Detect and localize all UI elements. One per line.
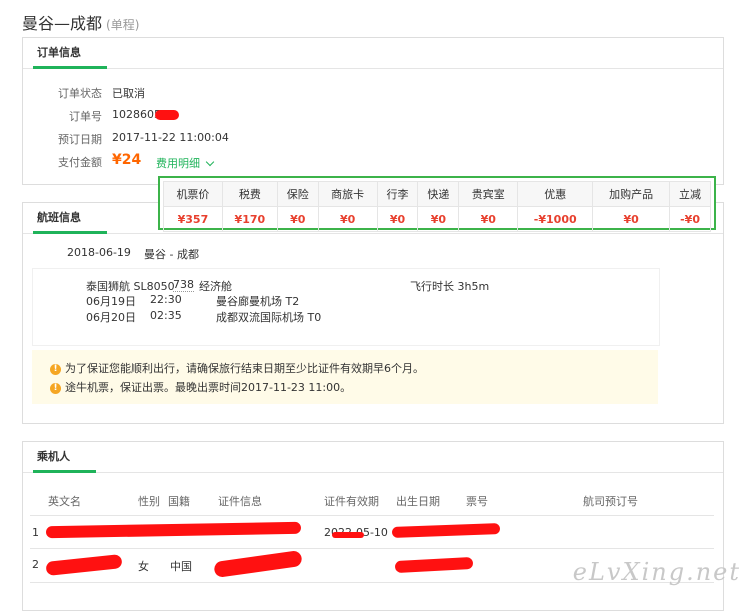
fee-value-cell: ¥0 <box>276 206 319 232</box>
tab-passengers[interactable]: 乘机人 <box>33 442 96 473</box>
flight-route: 曼谷 - 成都 <box>144 248 199 261</box>
redaction-mark <box>155 110 179 120</box>
passengers-header: 乘机人 <box>23 442 723 473</box>
col-nationality: 国籍 <box>168 495 190 508</box>
order-no-label: 订单号 <box>69 110 102 123</box>
divider <box>30 515 714 516</box>
fee-table-grid: 机票价 税费 保险 商旅卡 行李 快递 贵宾室 优惠 加购产品 立减 ¥357 ¥170 ¥0 ¥0 ¥0… <box>163 181 711 232</box>
col-gender: 性别 <box>138 495 160 508</box>
airline-flight-no: 泰国狮航 SL8050 <box>86 280 175 293</box>
booking-date-label: 预订日期 <box>58 133 102 146</box>
fee-header-cell: 税费 <box>221 181 278 207</box>
fee-value-cell: ¥357 <box>163 206 223 232</box>
amount-label: 支付金额 <box>58 156 102 169</box>
order-no-value: 1028605 <box>112 108 161 121</box>
order-info-header: 订单信息 <box>23 38 723 69</box>
fee-value-cell: ¥0 <box>376 206 419 232</box>
warning-icon: ! <box>50 382 61 394</box>
notice-text-2: 途牛机票，保证出票。最晚出票时间2017-11-23 11:00。 <box>65 381 352 394</box>
fee-header-cell: 加购产品 <box>592 181 671 207</box>
departure-date: 06月19日 <box>86 295 136 308</box>
fee-value-row: ¥357 ¥170 ¥0 ¥0 ¥0 ¥0 ¥0 -¥1000 ¥0 -¥0 <box>163 206 711 232</box>
flight-duration: 飞行时长 3h5m <box>410 280 490 293</box>
passenger-nationality: 中国 <box>170 560 192 573</box>
passenger-index: 1 <box>32 526 39 539</box>
aircraft-type[interactable]: 738 <box>173 278 194 292</box>
departure-time: 22:30 <box>150 293 182 306</box>
fee-header-cell: 机票价 <box>163 181 223 207</box>
col-id-expiry: 证件有效期 <box>324 495 379 508</box>
fee-value-cell: ¥0 <box>417 206 460 232</box>
fee-header-cell: 优惠 <box>517 181 594 207</box>
travel-notice: ! 为了保证您能顺利出行，请确保旅行结束日期至少比证件有效期早6个月。 ! 途牛机票… <box>32 350 658 404</box>
status-label: 订单状态 <box>58 87 102 100</box>
arrival-airport: 成都双流国际机场 T0 <box>216 311 322 324</box>
trip-type: (单程) <box>106 18 140 32</box>
route-title: 曼谷—成都 <box>22 14 103 33</box>
departure-airport: 曼谷廊曼机场 T2 <box>216 295 300 308</box>
fee-value-cell: -¥1000 <box>517 206 594 232</box>
fee-header-row: 机票价 税费 保险 商旅卡 行李 快递 贵宾室 优惠 加购产品 立减 <box>163 181 711 207</box>
flight-date: 2018-06-19 <box>67 246 131 259</box>
fee-value-cell: ¥0 <box>592 206 671 232</box>
fee-value-cell: ¥170 <box>221 206 278 232</box>
fee-value-cell: ¥0 <box>458 206 519 232</box>
booking-date-value: 2017-11-22 11:00:04 <box>112 131 229 144</box>
notice-text-1: 为了保证您能顺利出行，请确保旅行结束日期至少比证件有效期早6个月。 <box>65 362 424 375</box>
fee-detail-label: 费用明细 <box>156 157 200 170</box>
col-id-info: 证件信息 <box>218 495 262 508</box>
fee-header-cell: 行李 <box>376 181 419 207</box>
fee-value-cell: ¥0 <box>317 206 378 232</box>
arrival-time: 02:35 <box>150 309 182 322</box>
page-title: 曼谷—成都 (单程) <box>22 10 139 34</box>
fee-detail-link[interactable]: 费用明细 <box>156 155 214 171</box>
fee-header-cell: 商旅卡 <box>317 181 378 207</box>
col-ticket-no: 票号 <box>466 495 488 508</box>
cabin-class: 经济舱 <box>199 280 232 293</box>
fee-header-cell: 贵宾室 <box>458 181 519 207</box>
fee-header-cell: 保险 <box>276 181 319 207</box>
arrival-date: 06月20日 <box>86 311 136 324</box>
watermark: eLvXing.net <box>572 558 741 586</box>
redaction-mark <box>332 532 364 538</box>
col-english-name: 英文名 <box>48 495 81 508</box>
fee-detail-table: 机票价 税费 保险 商旅卡 行李 快递 贵宾室 优惠 加购产品 立减 ¥357 ¥170 ¥0 ¥0 ¥0… <box>158 176 716 232</box>
col-airline-booking: 航司预订号 <box>583 495 638 508</box>
status-value: 已取消 <box>112 87 145 100</box>
passenger-index: 2 <box>32 558 39 571</box>
passenger-gender: 女 <box>138 560 149 573</box>
chevron-down-icon <box>205 157 214 167</box>
divider <box>30 548 714 549</box>
tab-flight-info[interactable]: 航班信息 <box>33 203 107 234</box>
col-birth-date: 出生日期 <box>396 495 440 508</box>
notice-row-1: ! 为了保证您能顺利出行，请确保旅行结束日期至少比证件有效期早6个月。 <box>50 360 424 376</box>
fee-value-cell: -¥0 <box>669 206 711 232</box>
warning-icon: ! <box>50 363 61 375</box>
amount-value: ¥24 <box>112 152 142 168</box>
fee-header-cell: 快递 <box>417 181 460 207</box>
tab-order-info[interactable]: 订单信息 <box>33 38 107 69</box>
notice-row-2: ! 途牛机票，保证出票。最晚出票时间2017-11-23 11:00。 <box>50 379 351 395</box>
fee-header-cell: 立减 <box>669 181 711 207</box>
